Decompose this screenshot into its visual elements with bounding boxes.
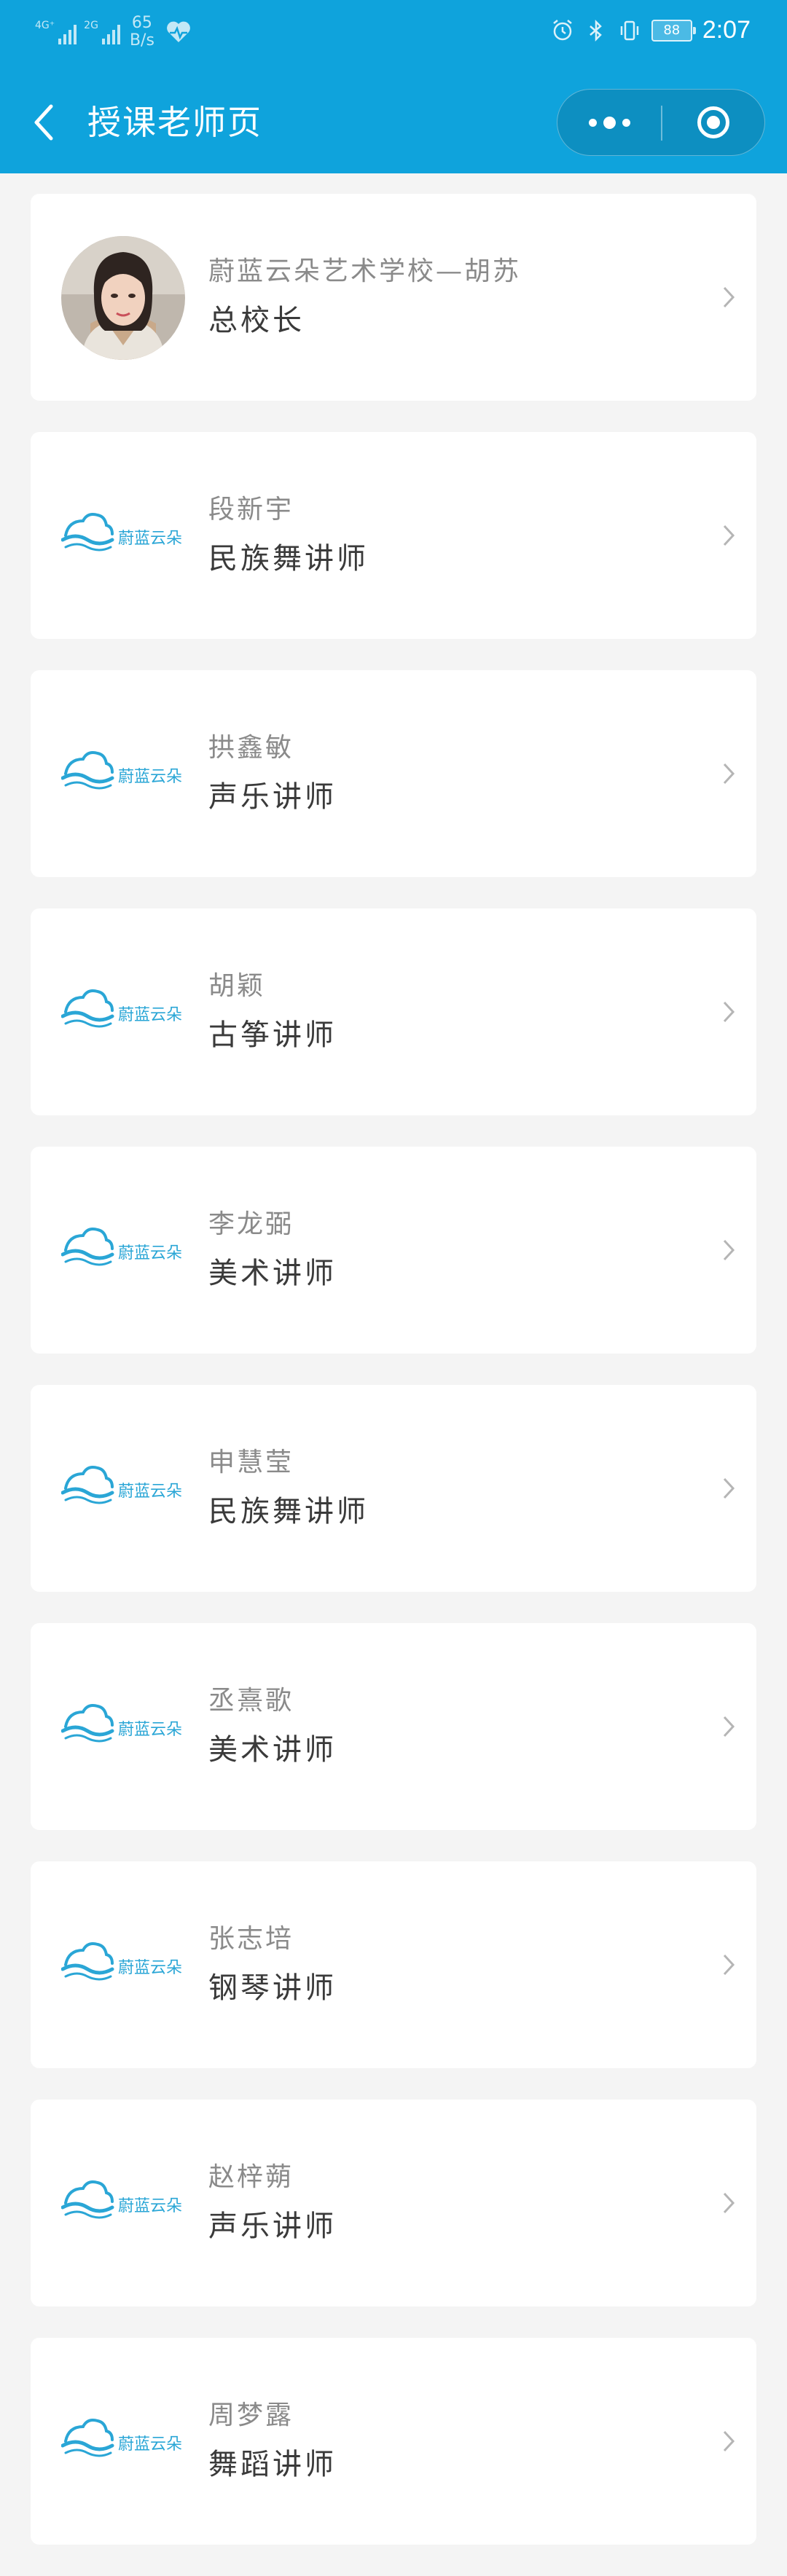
logo-wordmark: 蔚蓝云朵 — [118, 1483, 181, 1501]
teacher-list: 蔚蓝云朵艺术学校—胡苏 总校长 蔚蓝云朵 段新宇 民族舞讲师 蔚蓝云朵 拱鑫敏 … — [31, 194, 756, 2576]
vibrate-icon — [620, 20, 639, 40]
teacher-info: 丞熹歌 美术讲师 — [208, 1684, 337, 1769]
bluetooth-icon — [589, 19, 602, 42]
logo-wordmark: 蔚蓝云朵 — [118, 2197, 181, 2215]
teacher-card[interactable]: 蔚蓝云朵 张志培 钢琴讲师 — [31, 1861, 756, 2068]
battery-icon: 88 — [651, 19, 696, 42]
teacher-info: 李龙弼 美术讲师 — [208, 1208, 337, 1292]
chevron-right-icon — [723, 2430, 735, 2452]
teacher-role: 声乐讲师 — [208, 780, 337, 814]
school-logo-icon: 蔚蓝云朵 — [61, 2419, 181, 2457]
teacher-info: 赵梓蒴 声乐讲师 — [208, 2161, 337, 2245]
chevron-right-icon — [723, 286, 735, 308]
school-logo-icon: 蔚蓝云朵 — [61, 1942, 181, 1981]
teacher-info: 胡颖 古筝讲师 — [208, 970, 337, 1054]
teacher-info: 拱鑫敏 声乐讲师 — [208, 731, 337, 816]
avatar — [61, 236, 185, 360]
more-button[interactable] — [557, 90, 661, 155]
school-logo-icon: 蔚蓝云朵 — [61, 513, 181, 551]
teacher-card[interactable]: 蔚蓝云朵 李龙弼 美术讲师 — [31, 1147, 756, 1354]
logo-wordmark: 蔚蓝云朵 — [118, 1959, 181, 1977]
speed-value: 65 — [131, 14, 152, 32]
battery-level: 88 — [663, 23, 681, 38]
school-logo-icon: 蔚蓝云朵 — [61, 2180, 181, 2219]
teacher-name: 申慧莹 — [208, 1448, 294, 1477]
teacher-role: 古筝讲师 — [208, 1018, 337, 1052]
chevron-right-icon — [723, 1954, 735, 1976]
teacher-card[interactable]: 蔚蓝云朵 胡颖 古筝讲师 — [31, 908, 756, 1115]
clock: 2:07 — [702, 16, 751, 44]
signal-4g-icon: 4G⁺ — [35, 20, 77, 44]
school-logo-icon: 蔚蓝云朵 — [61, 1466, 181, 1504]
teacher-card[interactable]: 蔚蓝云朵艺术学校—胡苏 总校长 — [31, 194, 756, 401]
teacher-card[interactable]: 蔚蓝云朵 周梦露 舞蹈讲师 — [31, 2338, 756, 2545]
back-arrow-icon[interactable] — [29, 102, 58, 143]
teacher-name: 张志培 — [208, 1924, 294, 1954]
app-header: 4G⁺ 2G 65 B/s 88 2:07 授课老师页 — [0, 0, 787, 173]
teacher-role: 钢琴讲师 — [208, 1971, 337, 2005]
chevron-right-icon — [723, 525, 735, 546]
chevron-right-icon — [723, 1001, 735, 1023]
school-logo-icon: 蔚蓝云朵 — [61, 751, 181, 790]
teacher-role: 总校长 — [208, 304, 305, 337]
chevron-right-icon — [723, 1239, 735, 1261]
teacher-card[interactable]: 蔚蓝云朵 丞熹歌 美术讲师 — [31, 1623, 756, 1830]
chevron-right-icon — [723, 1477, 735, 1499]
miniprogram-capsule — [557, 89, 765, 156]
health-heart-icon — [167, 21, 190, 42]
school-logo-icon: 蔚蓝云朵 — [61, 989, 181, 1028]
teacher-name: 丞熹歌 — [208, 1686, 294, 1716]
teacher-card[interactable]: 蔚蓝云朵 段新宇 民族舞讲师 — [31, 432, 756, 639]
teacher-name: 拱鑫敏 — [208, 733, 294, 763]
logo-wordmark: 蔚蓝云朵 — [118, 1721, 181, 1739]
logo-wordmark: 蔚蓝云朵 — [118, 1006, 181, 1024]
speed-unit: B/s — [129, 31, 154, 50]
status-right: 88 2:07 — [551, 16, 751, 44]
teacher-info: 段新宇 民族舞讲师 — [208, 493, 369, 578]
teacher-name: 李龙弼 — [208, 1209, 294, 1239]
school-logo-icon: 蔚蓝云朵 — [61, 1228, 181, 1266]
teacher-name: 段新宇 — [208, 495, 294, 525]
logo-wordmark: 蔚蓝云朵 — [118, 1244, 181, 1263]
teacher-role: 民族舞讲师 — [208, 542, 369, 576]
teacher-name: 周梦露 — [208, 2400, 294, 2430]
teacher-role: 民族舞讲师 — [208, 1495, 369, 1528]
close-target-icon — [697, 106, 729, 138]
alarm-icon — [553, 19, 572, 40]
teacher-info: 张志培 钢琴讲师 — [208, 1923, 337, 2007]
status-left: 4G⁺ 2G 65 B/s — [35, 15, 193, 50]
logo-wordmark: 蔚蓝云朵 — [118, 2435, 181, 2454]
signal-2g-icon: 2G — [84, 20, 120, 44]
network-speed: 65 B/s — [128, 15, 157, 50]
network-type-label: 2G — [84, 20, 98, 31]
close-miniprogram-button[interactable] — [662, 90, 764, 155]
teacher-info: 蔚蓝云朵艺术学校—胡苏 总校长 — [208, 255, 521, 339]
teacher-info: 周梦露 舞蹈讲师 — [208, 2399, 337, 2483]
teacher-role: 舞蹈讲师 — [208, 2448, 337, 2481]
teacher-role: 美术讲师 — [208, 1257, 337, 1290]
chevron-right-icon — [723, 2192, 735, 2214]
teacher-role: 声乐讲师 — [208, 2210, 337, 2243]
page-title: 授课老师页 — [87, 103, 262, 142]
teacher-card[interactable]: 蔚蓝云朵 拱鑫敏 声乐讲师 — [31, 670, 756, 877]
school-logo-icon: 蔚蓝云朵 — [61, 1704, 181, 1743]
chevron-right-icon — [723, 763, 735, 785]
teacher-name: 胡颖 — [208, 971, 266, 1001]
teacher-role: 美术讲师 — [208, 1733, 337, 1767]
teacher-name: 蔚蓝云朵艺术学校—胡苏 — [208, 256, 522, 286]
teacher-card[interactable]: 蔚蓝云朵 赵梓蒴 声乐讲师 — [31, 2100, 756, 2306]
logo-wordmark: 蔚蓝云朵 — [118, 530, 181, 548]
network-type-label: 4G⁺ — [35, 20, 55, 31]
chevron-right-icon — [723, 1716, 735, 1737]
logo-wordmark: 蔚蓝云朵 — [118, 768, 181, 786]
status-bar: 4G⁺ 2G 65 B/s 88 2:07 — [0, 0, 787, 70]
teacher-info: 申慧莹 民族舞讲师 — [208, 1446, 369, 1531]
avatar-photo-image — [61, 236, 185, 360]
nav-bar: 授课老师页 — [0, 80, 787, 160]
teacher-card[interactable]: 蔚蓝云朵 申慧莹 民族舞讲师 — [31, 1385, 756, 1592]
teacher-name: 赵梓蒴 — [208, 2162, 294, 2192]
